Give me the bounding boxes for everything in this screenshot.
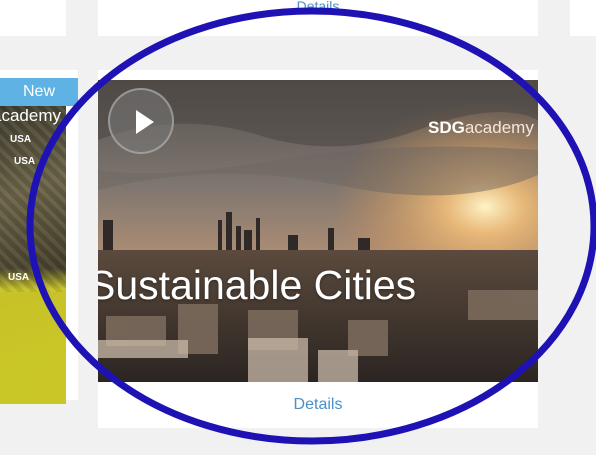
sdg-academy-logo: SDGacademy	[428, 118, 534, 138]
top-details-link[interactable]: Details	[98, 0, 538, 13]
left-thumbnail-wordmark: academy	[0, 106, 61, 125]
top-right-card	[570, 0, 596, 36]
play-icon	[136, 110, 154, 134]
left-course-thumbnail[interactable]: academy USA USA USA	[0, 102, 66, 404]
video-title: Sustainable Cities	[98, 262, 417, 308]
thumbnail-tag: USA	[10, 134, 32, 145]
details-link[interactable]: Details	[98, 396, 538, 414]
thumbnail-texture	[0, 102, 66, 292]
left-course-card[interactable]: academy USA USA USA New	[0, 70, 78, 404]
play-button[interactable]	[108, 88, 174, 154]
brand-light: academy	[464, 118, 534, 137]
thumbnail-tag: USA	[14, 156, 36, 167]
video-thumbnail[interactable]: SDGacademy Sustainable Cities	[98, 80, 538, 382]
top-card: Details	[98, 0, 538, 36]
new-badge: New	[0, 78, 78, 106]
top-left-card	[0, 0, 66, 36]
course-card-sustainable-cities[interactable]: SDGacademy Sustainable Cities Details	[98, 70, 538, 428]
thumbnail-tag: USA	[8, 272, 30, 283]
brand-bold: SDG	[428, 118, 465, 137]
